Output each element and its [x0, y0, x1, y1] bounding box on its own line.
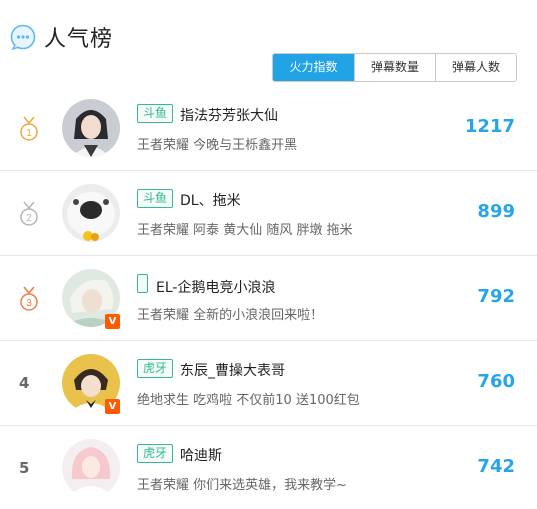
list-item[interactable]: 2 斗鱼 DL、拖米 王者荣耀 阿泰 黄大仙 随风 胖墩 拖米 899: [0, 171, 537, 256]
bronze-medal-icon: 3: [16, 286, 42, 312]
stream-description: 王者荣耀 全新的小浪浪回来啦！: [137, 308, 324, 323]
rank-number: 4: [19, 374, 30, 392]
list-item[interactable]: 5 虎牙 哈迪斯 王者荣耀 你们来选英雄，我来教学~ 742: [0, 426, 537, 509]
tab-firepower-index[interactable]: 火力指数: [273, 54, 354, 81]
heat-score: 792: [477, 286, 515, 307]
verified-badge: V: [105, 314, 120, 329]
svg-text:2: 2: [26, 213, 32, 224]
silver-medal-icon: 2: [16, 201, 42, 227]
list-item[interactable]: 4 V 虎牙 东辰_曹操大表哥 绝地求生 吃鸡啦 不仅前10 送100红包 76…: [0, 341, 537, 426]
streamer-name[interactable]: 哈迪斯: [180, 445, 222, 465]
avatar[interactable]: [62, 99, 120, 157]
stream-description: 绝地求生 吃鸡啦 不仅前10 送100红包: [137, 393, 360, 408]
list-item[interactable]: 1 斗鱼 指法芬芳张大仙 王者荣耀 今晚与王栎鑫开黑 1217: [0, 86, 537, 171]
gold-medal-icon: 1: [16, 116, 42, 142]
streamer-name[interactable]: EL-企鹅电竞小浪浪: [156, 277, 275, 297]
stream-description: 王者荣耀 阿泰 黄大仙 随风 胖墩 拖米: [137, 223, 353, 238]
streamer-name[interactable]: 指法芬芳张大仙: [180, 105, 278, 125]
tab-danmaku-count[interactable]: 弹幕数量: [354, 54, 435, 81]
stream-description: 王者荣耀 你们来选英雄，我来教学~: [137, 478, 348, 493]
svg-text:3: 3: [26, 298, 32, 309]
tab-danmaku-users[interactable]: 弹幕人数: [435, 54, 516, 81]
stream-description: 王者荣耀 今晚与王栎鑫开黑: [137, 138, 298, 153]
list-item[interactable]: 3 V EL-企鹅电竞小浪浪 王者荣耀 全新的小浪浪回来啦！ 792: [0, 256, 537, 341]
page-title: 人气榜: [44, 27, 114, 52]
platform-badge: 虎牙: [137, 444, 174, 463]
platform-badge: 虎牙: [137, 359, 174, 378]
sort-tabs: 火力指数 弹幕数量 弹幕人数: [272, 53, 517, 82]
avatar[interactable]: [62, 439, 120, 497]
streamer-name[interactable]: 东辰_曹操大表哥: [180, 360, 285, 380]
platform-badge: 斗鱼: [137, 104, 174, 123]
panel-header: 人气榜: [10, 20, 113, 54]
heat-score: 1217: [464, 116, 515, 137]
chat-bubble-icon: [10, 24, 36, 50]
avatar[interactable]: [62, 184, 120, 242]
heat-score: 899: [477, 201, 515, 222]
svg-text:1: 1: [26, 128, 32, 139]
rank-number: 5: [19, 459, 30, 477]
ranking-list: 1 斗鱼 指法芬芳张大仙 王者荣耀 今晚与王栎鑫开黑 1217 2 斗鱼 DL、…: [0, 86, 537, 509]
streamer-name[interactable]: DL、拖米: [180, 190, 241, 210]
heat-score: 742: [477, 456, 515, 477]
verified-badge: V: [105, 399, 120, 414]
platform-badge: [137, 274, 148, 293]
platform-badge: 斗鱼: [137, 189, 174, 208]
heat-score: 760: [477, 371, 515, 392]
